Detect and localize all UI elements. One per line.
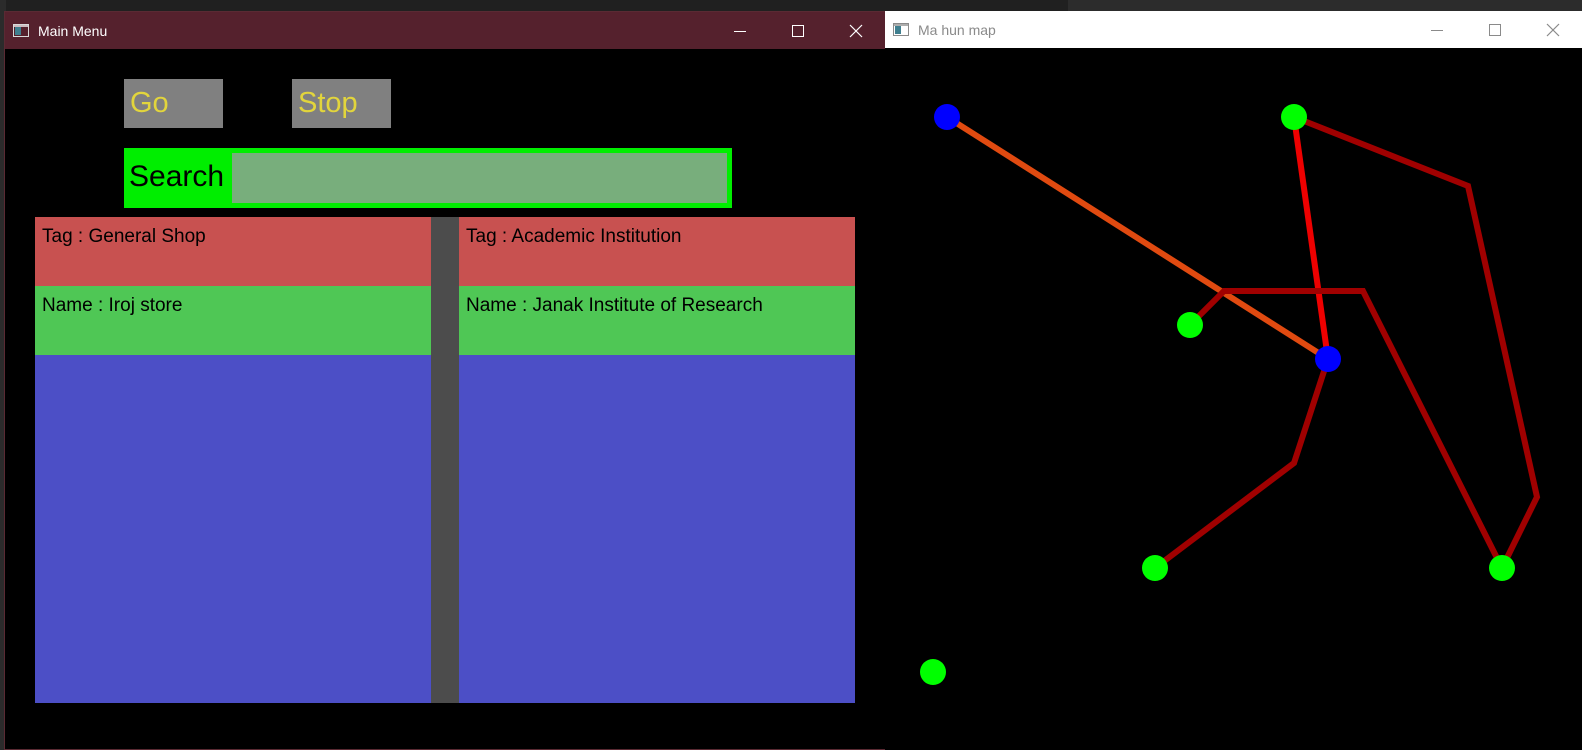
card-name: Name : Iroj store xyxy=(35,286,431,355)
card-tag: Tag : General Shop xyxy=(35,217,431,286)
window-title: Main Menu xyxy=(38,22,108,39)
close-icon xyxy=(1546,23,1560,36)
place-card-1[interactable]: Tag : General Shop Name : Iroj store xyxy=(35,217,431,703)
place-card-2[interactable]: Tag : Academic Institution Name : Janak … xyxy=(459,217,855,703)
map-graph xyxy=(920,104,1541,685)
map-node-n5[interactable] xyxy=(1142,555,1168,581)
maximize-button[interactable] xyxy=(1466,11,1524,48)
main-menu-window: Main Menu Go Stop Search Tag : General S… xyxy=(4,11,886,750)
close-icon xyxy=(849,24,863,37)
map-node-n3[interactable] xyxy=(1177,312,1203,338)
close-button[interactable] xyxy=(827,12,885,49)
window-title: Ma hun map xyxy=(918,21,996,38)
app-window-icon xyxy=(893,23,909,36)
map-edge-n4-n5 xyxy=(1153,358,1331,571)
map-edge-n2-n6 xyxy=(1292,114,1541,570)
stop-button[interactable]: Stop xyxy=(292,79,391,128)
close-button[interactable] xyxy=(1524,11,1582,48)
card-divider xyxy=(431,217,459,703)
app-window-icon xyxy=(13,24,29,37)
card-body xyxy=(35,355,431,703)
maximize-icon xyxy=(1489,23,1501,36)
map-node-n2[interactable] xyxy=(1281,104,1307,130)
map-canvas[interactable] xyxy=(885,48,1582,750)
card-tag: Tag : Academic Institution xyxy=(459,217,855,286)
map-node-n1[interactable] xyxy=(934,104,960,130)
map-edge-n2-n4 xyxy=(1291,116,1331,360)
go-button[interactable]: Go xyxy=(124,79,223,128)
main-menu-content: Go Stop Search Tag : General Shop Name :… xyxy=(5,49,885,749)
main-menu-titlebar[interactable]: Main Menu xyxy=(5,12,885,49)
search-bar: Search xyxy=(124,148,732,208)
minimize-button[interactable] xyxy=(1408,11,1466,48)
minimize-button[interactable] xyxy=(711,12,769,49)
card-body xyxy=(459,355,855,703)
map-node-n6[interactable] xyxy=(1489,555,1515,581)
search-label: Search xyxy=(129,160,225,193)
background-window-edge xyxy=(1068,0,1582,11)
maximize-icon xyxy=(792,24,804,37)
map-edge-n1-n4 xyxy=(945,114,1330,362)
minimize-icon xyxy=(1431,29,1443,31)
card-name: Name : Janak Institute of Research xyxy=(459,286,855,355)
map-titlebar[interactable]: Ma hun map xyxy=(885,11,1582,48)
search-input[interactable] xyxy=(232,153,727,203)
map-window: Ma hun map xyxy=(885,11,1582,750)
map-node-n4[interactable] xyxy=(1315,346,1341,372)
map-edge-n3-n6 xyxy=(1187,288,1505,570)
minimize-icon xyxy=(734,30,746,32)
desktop: Main Menu Go Stop Search Tag : General S… xyxy=(0,0,1582,750)
map-node-n7[interactable] xyxy=(920,659,946,685)
maximize-button[interactable] xyxy=(769,12,827,49)
